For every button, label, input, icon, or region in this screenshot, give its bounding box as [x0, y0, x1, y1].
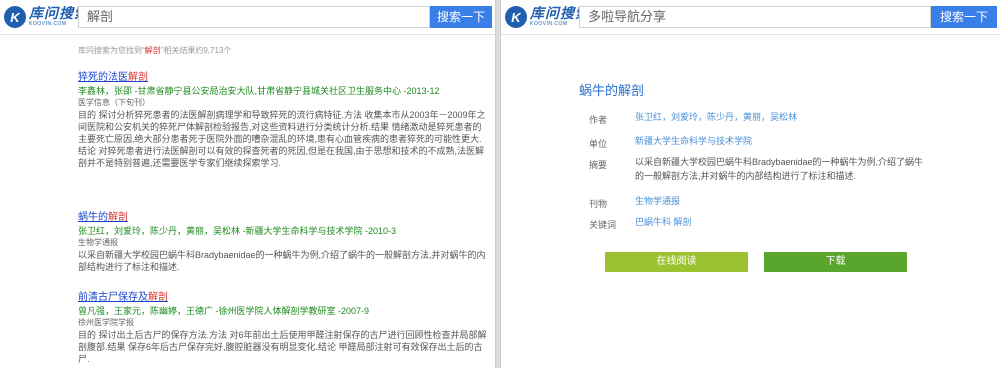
article-detail-panel: K 库问搜索 KOOVIN.COM 多啦导航分享 搜索一下 蜗牛的解剖 作者 张… [500, 0, 1000, 368]
article-title: 蜗牛的解剖 [579, 83, 645, 98]
unit-value[interactable]: 新疆大学生命科学与技术学院 [635, 134, 925, 148]
result-count: 库问搜索为您找到“解剖”相关结果约9,713个 [78, 46, 232, 55]
download-button[interactable]: 下载 [764, 252, 907, 272]
search-input[interactable]: 多啦导航分享 [579, 6, 931, 28]
site-logo[interactable]: K 库问搜索 KOOVIN.COM [505, 5, 590, 29]
result-title-link[interactable]: 前清古尸保存及解剖 [78, 288, 488, 303]
result-title-link[interactable]: 蜗牛的解剖 [78, 208, 488, 223]
result-authors[interactable]: 李鑫林，张邵 -甘肃省静宁县公安局治安大队,甘肃省静宁县城关社区卫生服务中心 -… [78, 85, 488, 97]
logo-icon: K [505, 6, 527, 28]
result-abstract: 目的 探讨出土后古尸的保存方法.方法 对6年前出土后使用甲醛注射保存的古尸进行回… [78, 330, 487, 364]
result-authors[interactable]: 张卫红，刘爱玲，陈少丹，黄丽，吴松林 -新疆大学生命科学与技术学院 -2010-… [78, 225, 488, 237]
read-online-button[interactable]: 在线阅读 [605, 252, 748, 272]
result-abstract: 以采自新疆大学校园巴蜗牛科Bradybaenidae的一种蜗牛为例,介绍了蜗牛的… [78, 250, 486, 272]
search-header: K 库问搜索 KOOVIN.COM 多啦导航分享 搜索一下 [501, 0, 1000, 35]
search-input[interactable]: 解剖 [78, 6, 430, 28]
journal-label: 刊物 [589, 199, 608, 209]
result-item: 前清古尸保存及解剖 曾凡强，王家元，陈幽婷，王德广 -徐州医学院人体解剖学教研室… [78, 288, 488, 365]
keywords-label: 关键词 [589, 220, 617, 230]
search-button[interactable]: 搜索一下 [430, 6, 492, 28]
result-source: 生物学通报 [78, 238, 118, 247]
search-header: K 库问搜索 KOOVIN.COM 解剖 搜索一下 [0, 0, 495, 35]
result-title-link[interactable]: 猝死的法医解剖 [78, 68, 488, 83]
site-logo[interactable]: K 库问搜索 KOOVIN.COM [4, 5, 89, 29]
result-item: 猝死的法医解剖 李鑫林，张邵 -甘肃省静宁县公安局治安大队,甘肃省静宁县城关社区… [78, 68, 488, 169]
logo-icon: K [4, 6, 26, 28]
search-button[interactable]: 搜索一下 [931, 6, 997, 28]
result-source: 徐州医学院学报 [78, 318, 134, 327]
result-abstract: 目的 探讨分析猝死患者的法医解剖病理学和导致猝死的流行病特征.方法 收集本市从2… [78, 110, 486, 168]
author-value[interactable]: 张卫红，刘爱玲，陈少丹，黄丽，吴松林 [635, 110, 925, 124]
search-results-panel: K 库问搜索 KOOVIN.COM 解剖 搜索一下 库问搜索为您找到“解剖”相关… [0, 0, 496, 368]
result-authors[interactable]: 曾凡强，王家元，陈幽婷，王德广 -徐州医学院人体解剖学教研室 -2007-9 [78, 305, 488, 317]
journal-value[interactable]: 生物学通报 [635, 194, 925, 208]
abstract-label: 摘要 [589, 160, 608, 170]
unit-label: 单位 [589, 139, 608, 149]
result-item: 蜗牛的解剖 张卫红，刘爱玲，陈少丹，黄丽，吴松林 -新疆大学生命科学与技术学院 … [78, 208, 488, 273]
result-source: 医学信息（下旬刊） [78, 98, 150, 107]
author-label: 作者 [589, 115, 608, 125]
keywords-value[interactable]: 巴蜗牛科 解剖 [635, 215, 925, 229]
abstract-value: 以采自新疆大学校园巴蜗牛科Bradybaenidae的一种蜗牛为例,介绍了蜗牛的… [635, 157, 924, 181]
